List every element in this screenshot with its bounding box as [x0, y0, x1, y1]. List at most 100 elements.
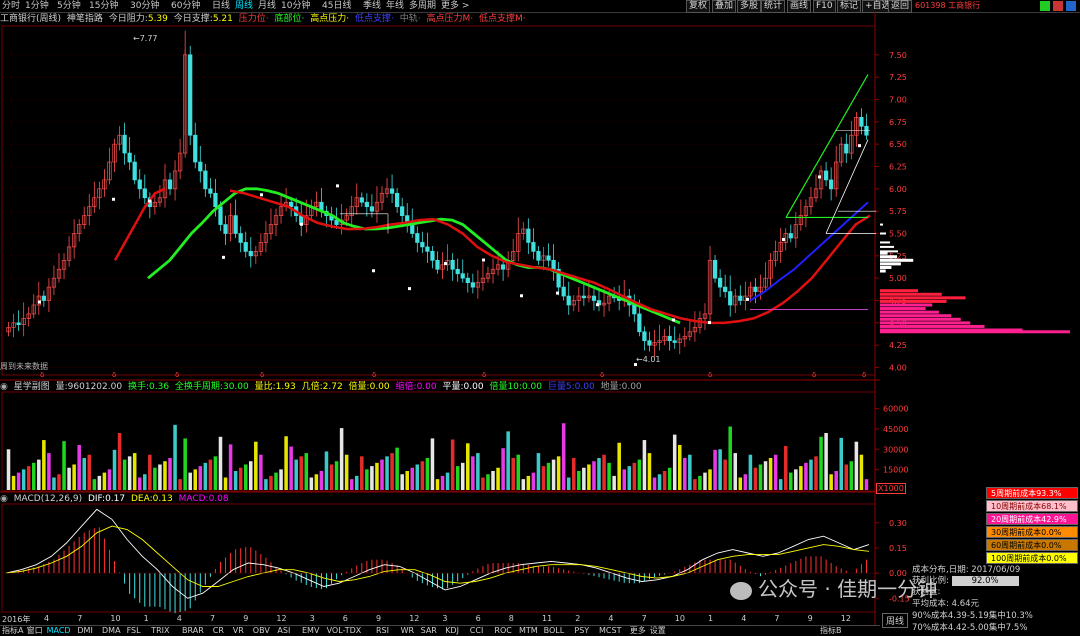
candle-body: [450, 259, 455, 270]
cost-bar: [880, 307, 926, 311]
volume-bar: [11, 475, 16, 490]
candle-body: [233, 215, 238, 234]
volume-bar: [733, 453, 738, 490]
cost-bar: [880, 265, 892, 269]
volume-bar: [284, 436, 288, 490]
axis-month-label: 8: [508, 614, 514, 623]
volume-bar: [637, 459, 642, 490]
volume-bar: [627, 466, 632, 490]
volume-bar: [531, 472, 536, 490]
cost-bar: [880, 255, 898, 259]
volume-bar: [329, 464, 334, 490]
candle-body: [460, 273, 465, 279]
cost-bar: [880, 262, 901, 266]
volume-bar: [102, 472, 107, 490]
candle-body: [642, 331, 647, 342]
axis-month-label: 9: [807, 614, 813, 623]
cost-bar: [880, 223, 883, 226]
volume-bar: [168, 457, 172, 490]
period-marker: δ: [600, 371, 604, 379]
candle-body: [369, 206, 375, 212]
volume-bar: [354, 475, 359, 490]
candle-body: [425, 246, 430, 252]
volume-bar: [299, 456, 304, 490]
volume-bar: [279, 469, 283, 490]
volume-bar: [274, 472, 278, 490]
low-price-value: 4.01: [642, 355, 661, 364]
candle-body: [198, 161, 203, 172]
price-tick-label: 4.00: [889, 364, 907, 373]
axis-month-label: 11: [542, 614, 553, 623]
volume-bar: [587, 464, 591, 490]
candle-body: [238, 233, 243, 243]
signal-marker: [260, 193, 263, 197]
cost-period-button[interactable]: 周线: [882, 613, 909, 628]
stock-chart-canvas[interactable]: 7.507.257.006.756.506.256.005.755.505.25…: [0, 0, 1080, 635]
volume-bar: [592, 461, 596, 490]
volume-bar: [768, 457, 773, 490]
axis-month-label: 7: [641, 614, 647, 623]
volume-bar: [16, 472, 21, 490]
volume-bar: [455, 466, 460, 490]
candle-body: [132, 161, 137, 181]
volume-bar: [259, 454, 263, 490]
signal-marker: [336, 184, 339, 188]
volume-bar: [304, 453, 309, 490]
volume-bar: [597, 457, 601, 490]
candle-body: [420, 242, 425, 248]
volume-bar: [450, 439, 455, 490]
volume-bar: [228, 444, 233, 490]
axis-month-label: 4: [608, 614, 614, 623]
signal-marker: [520, 294, 523, 298]
volume-bar: [541, 466, 546, 490]
price-tick-label: 6.00: [889, 185, 907, 194]
signal-marker: [300, 222, 303, 226]
high-price-value: 7.77: [139, 34, 158, 43]
volume-bar: [289, 446, 293, 490]
volume-bar: [430, 438, 435, 490]
volume-bar: [521, 479, 526, 490]
volume-bar: [178, 479, 182, 490]
volume-bar: [647, 453, 652, 490]
candle-body: [551, 259, 556, 270]
volume-bar: [571, 457, 576, 490]
cost-90-text: 90%成本4.39-5.19集中10.3%: [912, 611, 1033, 621]
axis-month-label: 4: [44, 614, 50, 623]
volume-bar: [723, 459, 727, 490]
cost-bar: [880, 317, 961, 321]
cost-period-row: 20周期前成本42.9%: [986, 513, 1078, 525]
candle-body: [218, 206, 223, 225]
macd-tick-label: 0.30: [889, 519, 907, 528]
volume-bar: [107, 469, 112, 490]
volume-bar: [809, 459, 813, 490]
cost-bar: [880, 321, 971, 325]
volume-bar: [849, 461, 854, 490]
cost-period-row: 5周期前成本93.3%: [986, 487, 1078, 499]
volume-bar: [269, 475, 273, 490]
volume-bar: [47, 453, 51, 490]
period-marker: δ: [862, 371, 866, 379]
price-tick-label: 7.00: [889, 95, 907, 104]
cost-bar: [880, 232, 886, 235]
volume-bar: [52, 477, 56, 490]
macd-tick-label: 0.15: [889, 544, 907, 553]
volume-bar: [693, 479, 697, 490]
volume-bar: [440, 475, 445, 490]
volume-bar: [789, 472, 793, 490]
volume-bar: [57, 474, 61, 490]
volume-bar: [82, 457, 86, 490]
volume-bar: [713, 449, 717, 490]
volume-bar: [460, 462, 465, 490]
cost-bar: [880, 250, 898, 253]
volume-bar: [566, 477, 571, 490]
volume-bar: [556, 456, 561, 490]
volume-bar: [683, 457, 687, 490]
high-price-annotation: ←7.77: [133, 34, 158, 43]
volume-bar: [365, 469, 369, 490]
cost-period-row: 10周期前成本68.1%: [986, 500, 1078, 512]
signal-marker: [222, 255, 225, 259]
volume-bar: [491, 471, 495, 490]
volume-bar: [208, 459, 213, 490]
axis-month-label: 7: [210, 614, 216, 623]
profit-ratio-value: 92.0%: [951, 576, 1019, 586]
